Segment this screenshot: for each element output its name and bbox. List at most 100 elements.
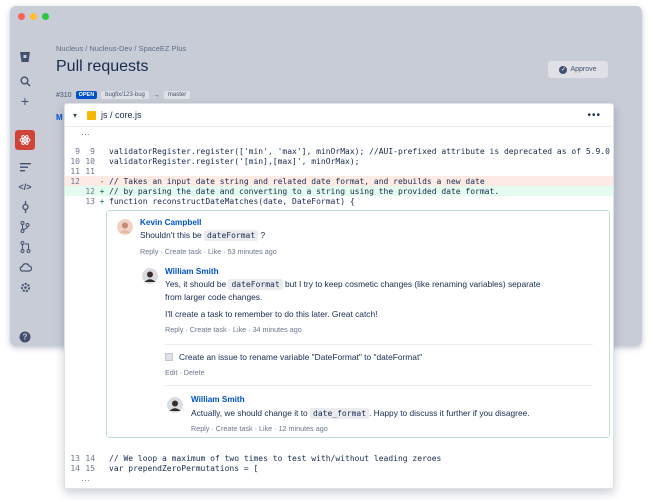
divider <box>165 344 593 345</box>
code-text: validatorRegister.register(['min', 'max'… <box>109 146 610 156</box>
target-branch[interactable]: master <box>163 91 191 99</box>
reply-link[interactable]: Reply <box>165 325 183 334</box>
code-line-added[interactable]: 12 + // by parsing the date and converting… <box>65 186 613 196</box>
comment-actions: Reply · Create task · Like · 34 minutes … <box>165 325 302 334</box>
action-separator: · <box>274 424 277 433</box>
diff-marker: + <box>99 196 105 206</box>
breadcrumb-separator: / <box>85 44 88 53</box>
william-smith-avatar[interactable] <box>167 397 183 413</box>
create-plus-icon[interactable]: + <box>18 93 32 109</box>
reply-link[interactable]: Reply <box>191 424 209 433</box>
comment-text: Yes, it should be <box>165 279 227 289</box>
comment-body: Shouldn't this be dateFormat ? <box>140 230 265 241</box>
expand-lines-button[interactable]: … <box>81 473 91 483</box>
breadcrumb: Nucleus / Nucleus-Dev / SpaceEZ Plus <box>56 44 186 53</box>
breadcrumb-workspace[interactable]: Nucleus <box>56 44 83 53</box>
task-text: Create an issue to rename variable "Date… <box>179 352 423 362</box>
zoom-window-dot[interactable] <box>42 12 49 20</box>
like-link[interactable]: Like <box>259 424 272 433</box>
code-text: var prependZeroPermutations = [ <box>109 463 259 473</box>
comment-paragraph: I'll create a task to remember to do thi… <box>165 309 378 319</box>
code-line[interactable]: 11 11 <box>65 166 613 176</box>
expand-lines-button[interactable]: … <box>81 127 91 137</box>
arrow-right-icon: → <box>152 91 160 99</box>
reply-link[interactable]: Reply <box>140 247 158 256</box>
window-titlebar <box>10 6 642 26</box>
action-separator: · <box>160 247 163 256</box>
code-line[interactable]: 14 15 var prependZeroPermutations = [ <box>65 463 613 473</box>
svg-text:?: ? <box>23 333 28 342</box>
comment-body: Actually, we should change it to date_fo… <box>191 408 530 419</box>
overview-tab-hint[interactable]: M <box>56 113 63 122</box>
create-task-link[interactable]: Create task <box>165 247 202 256</box>
comment-author[interactable]: William Smith <box>191 395 245 404</box>
breadcrumb-repository[interactable]: SpaceEZ Plus <box>139 44 187 53</box>
settings-gear-icon[interactable] <box>18 280 32 294</box>
code-line[interactable]: 10 10 validatorRegister.register('[min],[m… <box>65 156 613 166</box>
page-title: Pull requests <box>56 58 149 75</box>
collapse-chevron-icon[interactable]: ▾ <box>73 111 83 120</box>
comment-author[interactable]: Kevin Campbell <box>140 218 201 227</box>
commits-icon[interactable] <box>18 200 32 214</box>
diff-marker: - <box>99 176 105 186</box>
create-task-link[interactable]: Create task <box>216 424 253 433</box>
like-link[interactable]: Like <box>233 325 246 334</box>
new-line-number: 15 <box>85 463 95 473</box>
comment-actions: Reply · Create task · Like · 12 minutes … <box>191 424 328 433</box>
like-link[interactable]: Like <box>208 247 221 256</box>
approve-button[interactable]: ✓ Approve <box>548 61 608 78</box>
comment-text: Shouldn't this be <box>140 230 202 240</box>
comment-timestamp[interactable]: 53 minutes ago <box>228 247 277 256</box>
status-badge: OPEN <box>75 91 98 99</box>
new-line-number: 11 <box>85 166 95 176</box>
bitbucket-logo-icon[interactable] <box>18 50 32 64</box>
kevin-campbell-avatar[interactable] <box>117 219 133 235</box>
file-path[interactable]: js / core.js <box>101 110 142 120</box>
new-line-number: 13 <box>85 196 95 206</box>
more-actions-button[interactable]: ••• <box>587 110 601 121</box>
code-line-added[interactable]: 13 + function reconstructDateMatches(date,… <box>65 196 613 206</box>
william-smith-avatar[interactable] <box>142 268 158 284</box>
action-separator: · <box>228 325 231 334</box>
breadcrumb-project[interactable]: Nucleus-Dev <box>89 44 132 53</box>
repository-avatar-icon[interactable] <box>15 130 35 150</box>
code-text: function reconstructDateMatches(date, Da… <box>109 196 355 206</box>
close-window-dot[interactable] <box>18 12 25 20</box>
help-icon[interactable]: ? <box>18 330 32 344</box>
old-line-number: 9 <box>75 146 80 156</box>
task-checkbox[interactable] <box>165 353 173 361</box>
edit-task-link[interactable]: Edit <box>165 368 177 377</box>
branches-icon[interactable] <box>18 220 32 234</box>
search-icon[interactable] <box>18 74 32 88</box>
pull-requests-icon[interactable] <box>18 240 32 254</box>
minimize-window-dot[interactable] <box>30 12 37 20</box>
create-task-link[interactable]: Create task <box>190 325 227 334</box>
code-line[interactable]: 13 14 // We loop a maximum of two times to… <box>65 453 613 463</box>
comment-timestamp[interactable]: 34 minutes ago <box>253 325 302 334</box>
deployments-cloud-icon[interactable] <box>18 260 32 274</box>
action-separator: · <box>185 325 188 334</box>
code-text: // We loop a maximum of two times to tes… <box>109 453 442 463</box>
menu-lines-icon[interactable] <box>18 160 32 174</box>
file-header: ▾ js / core.js ••• <box>65 104 613 127</box>
code-line-removed[interactable]: 12 -// Takes an input date string and rel… <box>65 176 613 186</box>
action-separator: · <box>211 424 214 433</box>
comment-author[interactable]: William Smith <box>165 267 219 276</box>
source-code-icon[interactable]: </> <box>18 180 32 194</box>
code-text: // by parsing the date and converting to… <box>109 186 500 196</box>
old-line-number: 13 <box>70 453 80 463</box>
new-line-number: 14 <box>85 453 95 463</box>
comment-timestamp[interactable]: 12 minutes ago <box>279 424 328 433</box>
old-line-number: 11 <box>70 166 80 176</box>
pull-request-meta: #310 OPEN bugfix/123-bug → master <box>56 91 191 99</box>
comment-text: . Happy to discuss it further if you dis… <box>369 408 530 418</box>
delete-task-link[interactable]: Delete <box>184 368 205 377</box>
code-line[interactable]: 9 9 validatorRegister.register(['min', 'ma… <box>65 146 613 156</box>
code-text: // Takes an input date string and relate… <box>109 176 485 186</box>
javascript-file-icon <box>87 110 96 120</box>
action-separator: · <box>223 247 226 256</box>
old-line-number: 14 <box>70 463 80 473</box>
action-separator: · <box>203 247 206 256</box>
action-separator: · <box>248 325 251 334</box>
source-branch[interactable]: bugfix/123-bug <box>101 91 149 99</box>
